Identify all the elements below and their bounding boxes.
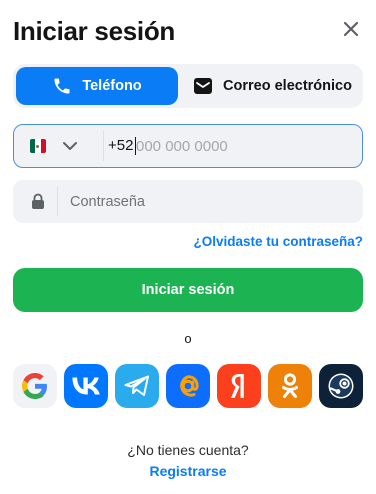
lock-icon xyxy=(31,193,45,215)
at-icon xyxy=(180,375,199,397)
yandex-login-button[interactable] xyxy=(217,364,261,408)
tab-phone[interactable]: Teléfono xyxy=(16,67,178,105)
register-link[interactable]: Registrarse xyxy=(0,463,376,479)
close-button[interactable] xyxy=(340,18,362,40)
steam-icon xyxy=(328,373,354,399)
or-divider: o xyxy=(184,331,192,346)
chevron-down-icon xyxy=(63,142,77,150)
vk-icon xyxy=(72,377,100,395)
phone-input[interactable] xyxy=(136,130,351,162)
tab-phone-label: Teléfono xyxy=(82,78,142,94)
telegram-login-button[interactable] xyxy=(115,364,159,408)
text-caret xyxy=(135,137,136,155)
tab-email[interactable]: Correo electrónico xyxy=(185,67,360,105)
login-button[interactable]: Iniciar sesión xyxy=(13,268,363,312)
no-account-text: ¿No tienes cuenta? xyxy=(127,442,249,458)
phone-field: +52 xyxy=(13,124,363,168)
close-icon xyxy=(343,21,359,37)
vk-login-button[interactable] xyxy=(64,364,108,408)
tab-email-label: Correo electrónico xyxy=(223,78,352,94)
field-divider xyxy=(103,131,104,161)
yandex-icon xyxy=(231,374,244,398)
google-icon xyxy=(22,373,47,399)
password-input[interactable] xyxy=(70,186,350,217)
email-icon xyxy=(193,77,213,95)
phone-prefix: +52 xyxy=(108,137,134,154)
password-field xyxy=(13,180,363,223)
ok-icon xyxy=(282,373,298,398)
phone-icon xyxy=(52,76,72,96)
field-divider xyxy=(57,187,58,216)
steam-login-button[interactable] xyxy=(319,364,363,408)
telegram-icon xyxy=(124,375,149,396)
mailru-login-button[interactable] xyxy=(166,364,210,408)
login-method-tabs: Teléfono Correo electrónico xyxy=(13,64,363,108)
google-login-button[interactable] xyxy=(13,364,57,408)
odnoklassniki-login-button[interactable] xyxy=(268,364,312,408)
mexico-flag-icon xyxy=(30,139,46,153)
country-selector[interactable] xyxy=(62,139,78,158)
page-title: Iniciar sesión xyxy=(13,16,175,46)
forgot-password-link[interactable]: ¿Olvidaste tu contraseña? xyxy=(193,234,363,249)
